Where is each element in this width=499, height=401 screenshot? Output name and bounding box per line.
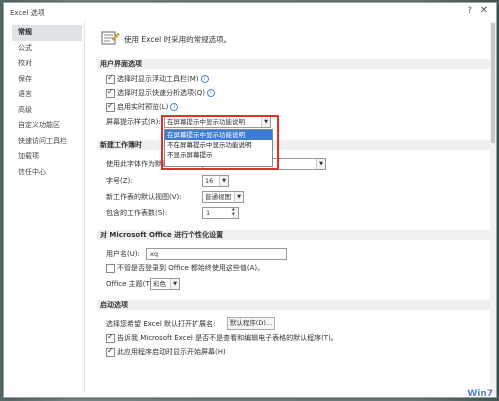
quick-analysis-row: 选择时显示快速分析选项(Q) i (117, 88, 215, 98)
sidebar-item-customize-ribbon[interactable]: 自定义功能区 (12, 118, 82, 134)
excel-options-dialog: Excel 选项 ? ✕ 常规 公式 校对 保存 语言 高级 自定义功能区 快速… (3, 2, 497, 398)
office-theme-label: Office 主题(T): (106, 280, 155, 288)
default-program-checkbox[interactable] (106, 332, 115, 343)
sidebar-item-formulas[interactable]: 公式 (12, 41, 82, 57)
start-screen-checkbox[interactable] (106, 346, 115, 357)
sidebar-divider (84, 21, 85, 393)
chevron-down-icon: ▼ (316, 159, 325, 169)
font-size-label: 字号(Z): (106, 177, 133, 185)
sheet-count-stepper[interactable] (231, 207, 239, 219)
section-new-workbook: 新建工作簿时 (97, 140, 492, 150)
default-view-label: 新工作表的默认视图(V): (106, 193, 182, 201)
floating-toolbar-row: 选择时显示浮动工具栏(M) i (117, 74, 209, 84)
chevron-down-icon: ▼ (219, 176, 228, 186)
close-icon[interactable]: ✕ (480, 5, 488, 16)
sidebar-item-advanced[interactable]: 高级 (12, 103, 82, 119)
title-bar: Excel 选项 ? ✕ (4, 3, 496, 20)
window-title: Excel 选项 (10, 9, 45, 17)
options-sidebar: 常规 公式 校对 保存 语言 高级 自定义功能区 快速访问工具栏 加载项 信任中… (12, 25, 82, 180)
section-startup: 启动选项 (97, 300, 492, 310)
quick-analysis-label: 选择时显示快速分析选项(Q) (117, 89, 205, 97)
username-label: 用户名(U): (106, 250, 140, 258)
default-view-value: 普通视图 (205, 193, 231, 201)
sheet-count-label: 包含的工作表数(S): (106, 209, 168, 217)
screentip-style-label: 屏幕提示样式(R): (106, 118, 161, 126)
sheet-count-input[interactable]: 1 (202, 207, 232, 219)
watermark-logo: Win7 (467, 389, 493, 399)
sidebar-item-general[interactable]: 常规 (12, 25, 82, 41)
info-icon[interactable]: i (170, 103, 179, 111)
section-personalize: 对 Microsoft Office 进行个性化设置 (97, 230, 492, 240)
office-theme-value: 彩色 (153, 280, 166, 288)
sidebar-item-save[interactable]: 保存 (12, 72, 82, 88)
start-screen-label: 此应用程序启动时显示开始屏幕(H) (117, 348, 226, 356)
general-options-panel: 使用 Excel 时采用的常规选项。 用户界面选项 选择时显示浮动工具栏(M)i… (90, 23, 492, 393)
font-size-value: 16 (205, 177, 214, 185)
live-preview-row: 启用实时预览(L) i (117, 102, 179, 112)
chevron-down-icon: ▼ (170, 279, 179, 289)
help-icon[interactable]: ? (467, 6, 472, 16)
sidebar-item-addins[interactable]: 加载项 (12, 149, 82, 165)
info-icon[interactable]: i (200, 75, 209, 83)
scrollbar-thumb[interactable] (491, 23, 495, 143)
default-program-label: 告诉我 Microsoft Excel 是否不是查看和编辑电子表格的默认程序(T… (117, 334, 338, 342)
options-icon (101, 31, 120, 45)
floating-toolbar-label: 选择时显示浮动工具栏(M) (117, 75, 199, 83)
sidebar-item-trust-center[interactable]: 信任中心 (12, 165, 82, 181)
font-size-select[interactable]: 16 ▼ (202, 175, 229, 187)
live-preview-label: 启用实时预览(L) (117, 103, 169, 111)
live-preview-checkbox[interactable] (106, 101, 115, 112)
floating-toolbar-checkbox[interactable] (106, 73, 115, 84)
section-ui-options: 用户界面选项 (97, 59, 492, 69)
quick-analysis-checkbox[interactable] (106, 87, 115, 98)
username-input[interactable]: xq (146, 248, 287, 260)
office-theme-select[interactable]: 彩色 ▼ (150, 278, 180, 290)
always-use-values-checkbox[interactable] (106, 264, 115, 273)
default-view-select[interactable]: 普通视图 ▼ (202, 191, 244, 203)
sidebar-item-language[interactable]: 语言 (12, 87, 82, 103)
chevron-down-icon: ▼ (234, 192, 243, 202)
panel-description: 使用 Excel 时采用的常规选项。 (124, 35, 232, 44)
callout-highlight-box (161, 115, 279, 170)
sidebar-item-proofing[interactable]: 校对 (12, 56, 82, 72)
info-icon[interactable]: i (206, 89, 215, 97)
sidebar-item-quick-access[interactable]: 快速访问工具栏 (12, 134, 82, 150)
default-programs-button[interactable]: 默认程序(D)... (227, 317, 275, 330)
always-use-values-label: 不管是否登录到 Office 都始终使用这些值(A)。 (117, 264, 265, 272)
extension-label: 选择您希望 Excel 默认打开扩展名: (106, 320, 216, 328)
